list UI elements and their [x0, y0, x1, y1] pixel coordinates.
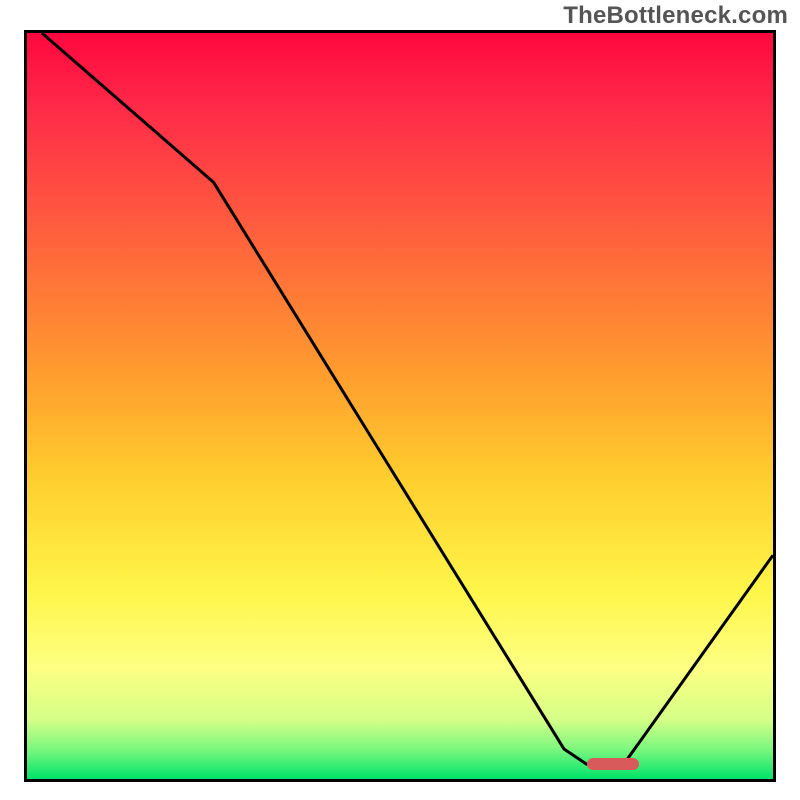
watermark-text: TheBottleneck.com: [563, 2, 788, 30]
optimal-range-marker: [587, 758, 639, 770]
background-gradient: [27, 33, 773, 779]
plot-area: [24, 30, 776, 782]
chart-container: TheBottleneck.com: [0, 0, 800, 800]
